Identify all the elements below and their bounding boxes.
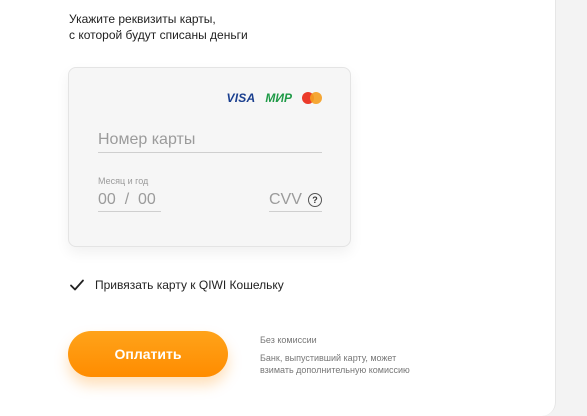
fee-note: Без комиссии Банк, выпустивший карту, мо… <box>260 334 410 376</box>
cvv-input[interactable] <box>269 189 303 211</box>
card-number-input[interactable] <box>98 128 322 153</box>
expiry-date-input[interactable] <box>98 189 161 212</box>
link-wallet-checkbox[interactable]: Привязать карту к QIWI Кошельку <box>69 277 284 293</box>
instructions-line-1: Укажите реквизиты карты, <box>69 12 216 26</box>
link-wallet-label: Привязать карту к QIWI Кошельку <box>95 278 284 292</box>
fee-note-title: Без комиссии <box>260 335 317 345</box>
expiry-label: Месяц и год <box>98 176 149 186</box>
pay-button[interactable]: Оплатить <box>68 331 228 377</box>
cvv-help-icon[interactable]: ? <box>308 193 322 207</box>
fee-note-line-2: Банк, выпустивший карту, может <box>260 353 397 363</box>
visa-logo: VISA <box>226 91 256 105</box>
mir-logo: МИР <box>265 91 292 105</box>
fee-note-line-3: взимать дополнительную комиссию <box>260 365 410 375</box>
instructions-text: Укажите реквизиты карты, с которой будут… <box>69 11 248 43</box>
card-form: VISA МИР Месяц и год ? <box>68 67 351 247</box>
payment-system-logos: VISA МИР <box>227 91 322 105</box>
mastercard-icon <box>302 92 322 104</box>
payment-panel: Укажите реквизиты карты, с которой будут… <box>0 0 556 416</box>
cvv-field: ? <box>269 189 322 212</box>
instructions-line-2: с которой будут списаны деньги <box>69 28 248 42</box>
checkmark-icon <box>70 279 84 291</box>
